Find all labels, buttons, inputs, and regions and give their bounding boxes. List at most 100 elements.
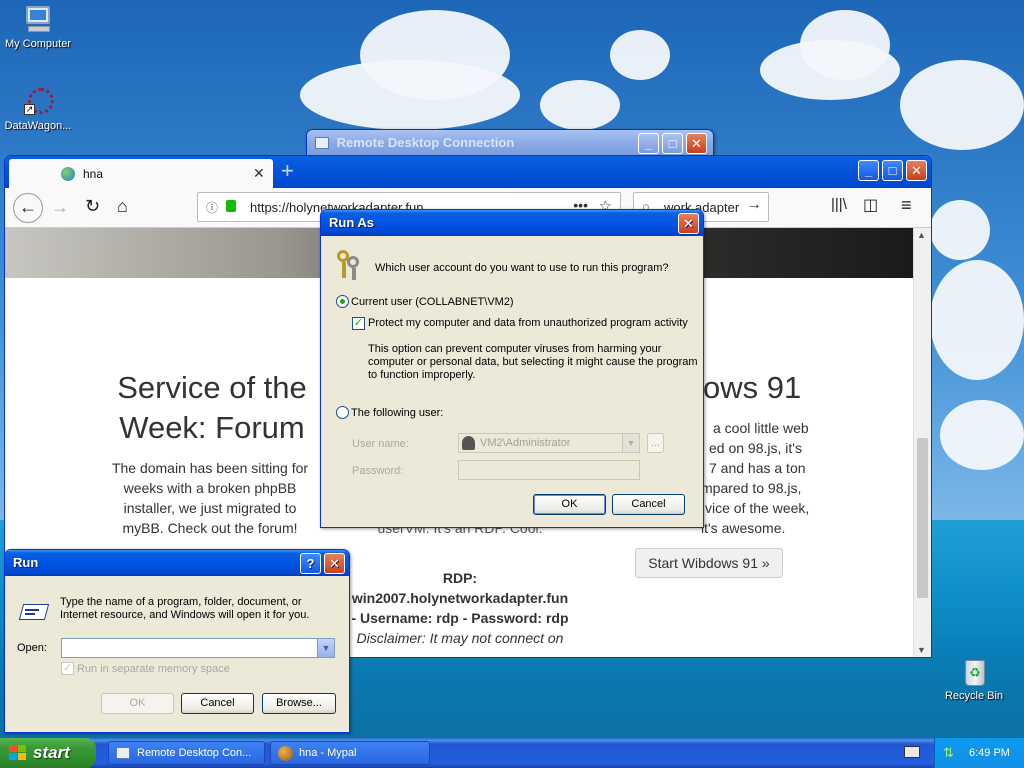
desktop-icon-label: Recycle Bin — [944, 690, 1004, 702]
current-user-radio[interactable] — [336, 295, 349, 308]
service-description: The domain has been sitting for weeks wi… — [97, 458, 323, 538]
runas-cancel-button[interactable]: Cancel — [612, 494, 685, 515]
cloud — [940, 400, 1024, 470]
info-icon[interactable]: ⓘ — [206, 199, 218, 216]
desktop-icon-my-computer[interactable]: My Computer — [0, 4, 76, 50]
scroll-up-icon[interactable]: ▲ — [917, 230, 926, 240]
minimize-button[interactable]: _ — [638, 133, 659, 154]
service-title: Service of the Week: Forum — [97, 368, 327, 448]
run-titlebar[interactable]: Run ? ✕ — [5, 550, 349, 576]
rdp-label: RDP: — [442, 570, 478, 586]
scroll-thumb[interactable] — [917, 438, 928, 598]
run-close-button[interactable]: ✕ — [324, 553, 345, 574]
open-combobox[interactable]: ▼ — [61, 638, 335, 658]
browse-users-button[interactable]: ... — [647, 433, 664, 453]
new-tab-button[interactable]: + — [281, 158, 294, 184]
text-line: ed on 98.js, it's — [709, 440, 802, 456]
rdp-title: Remote Desktop Connection — [336, 135, 515, 150]
open-label: Open: — [17, 642, 47, 654]
cloud — [900, 60, 1024, 150]
windows91-title: ows 91 — [703, 370, 802, 405]
forward-button[interactable]: → — [51, 197, 69, 218]
desktop-icon-recycle-bin[interactable]: ♻ Recycle Bin — [936, 656, 1012, 702]
service-title-line2: Week: Forum — [119, 410, 305, 445]
protect-label[interactable]: Protect my computer and data from unauth… — [368, 317, 688, 329]
runas-ok-button[interactable]: OK — [533, 494, 606, 515]
help-button[interactable]: ? — [300, 553, 321, 574]
windows-logo-icon — [9, 745, 27, 761]
chevron-down-icon[interactable]: ▼ — [317, 639, 334, 657]
run-browse-button[interactable]: Browse... — [262, 693, 336, 714]
start-button[interactable]: start — [0, 738, 96, 768]
text-line: The domain has been sitting for — [111, 460, 309, 476]
desktop-icon-label: DataWagon... — [4, 120, 72, 132]
username-combobox[interactable]: VM2\Administrator ▼ — [458, 433, 640, 453]
text-line: Type the name of a program, folder, docu… — [60, 596, 302, 608]
text-line: Internet resource, and Windows will open… — [60, 609, 310, 621]
username-label: User name: — [352, 438, 409, 450]
keyboard-icon[interactable] — [904, 746, 920, 758]
rdp-credentials: - Username: rdp - Password: rdp — [351, 610, 569, 626]
cloud — [540, 80, 620, 130]
runas-title: Run As — [329, 215, 375, 230]
separate-memory-label[interactable]: Run in separate memory space — [77, 663, 230, 675]
browser-close-button[interactable]: ✕ — [906, 160, 927, 181]
scroll-down-icon[interactable]: ▼ — [917, 645, 926, 655]
back-button[interactable]: ← — [13, 193, 43, 223]
protect-checkbox[interactable]: ✓ — [352, 317, 365, 330]
desktop-icon-datawagon[interactable]: ↗ DataWagon... — [0, 86, 76, 132]
service-title-line1: Service of the — [117, 370, 307, 405]
rdp-app-icon — [315, 137, 329, 149]
text-line: This option can prevent computer viruses… — [368, 343, 662, 355]
rdp-titlebar[interactable]: Remote Desktop Connection _ □ ✕ — [307, 130, 713, 156]
rdp-app-icon — [116, 747, 130, 759]
user-icon — [462, 436, 475, 450]
taskbar-item-browser[interactable]: hna - Mypal — [270, 741, 430, 765]
run-dialog[interactable]: Run ? ✕ Type the name of a program, fold… — [4, 549, 350, 733]
browser-maximize-button[interactable]: □ — [882, 160, 903, 181]
following-user-radio[interactable] — [336, 406, 349, 419]
runas-titlebar[interactable]: Run As ✕ — [321, 210, 703, 236]
clock[interactable]: 6:49 PM — [969, 747, 1010, 759]
runas-question: Which user account do you want to use to… — [375, 262, 669, 274]
cloud — [300, 60, 520, 130]
chevron-down-icon[interactable]: ▼ — [622, 434, 639, 452]
protect-description: This option can prevent computer viruses… — [368, 343, 698, 382]
following-user-label[interactable]: The following user: — [351, 407, 443, 419]
text-line: myBB. Check out the forum! — [122, 520, 298, 536]
taskbar-item-rdp[interactable]: Remote Desktop Con... — [108, 741, 265, 765]
mypal-icon — [278, 746, 293, 761]
page-scrollbar[interactable]: ▲ ▼ — [913, 228, 931, 657]
browser-minimize-button[interactable]: _ — [858, 160, 879, 181]
rdp-host: win2007.holynetworkadapter.fun — [351, 590, 569, 606]
search-go-icon[interactable]: → — [746, 196, 762, 214]
reload-button[interactable]: ↻ — [85, 196, 100, 217]
menu-icon[interactable]: ≡ — [901, 195, 912, 216]
tab-close-icon[interactable]: ✕ — [253, 165, 265, 182]
run-ok-button[interactable]: OK — [101, 693, 174, 714]
sidebar-icon[interactable]: ◫ — [863, 195, 878, 215]
text-line: 7 and has a ton — [709, 460, 806, 476]
desktop-icon-label: My Computer — [4, 38, 72, 50]
library-icon[interactable]: |||\ — [831, 196, 847, 213]
start-windows91-button[interactable]: Start Wibdows 91 » — [635, 548, 783, 578]
runas-close-button[interactable]: ✕ — [678, 213, 699, 234]
text-line: vice of the week, — [705, 500, 810, 516]
current-user-label[interactable]: Current user (COLLABNET\VM2) — [351, 296, 514, 308]
taskbar: start Remote Desktop Con... hna - Mypal … — [0, 738, 1024, 768]
runas-dialog[interactable]: Run As ✕ Which user account do you want … — [320, 209, 704, 528]
maximize-button[interactable]: □ — [662, 133, 683, 154]
taskbar-item-label: hna - Mypal — [299, 747, 357, 759]
network-icon[interactable]: ⇅ — [943, 746, 957, 760]
start-label: start — [33, 743, 70, 762]
browser-tab[interactable]: hna ✕ — [9, 159, 273, 188]
taskbar-item-label: Remote Desktop Con... — [137, 747, 252, 759]
network-shortcut-icon: ↗ — [22, 86, 54, 118]
run-cancel-button[interactable]: Cancel — [181, 693, 254, 714]
text-line: mpared to 98.js, — [701, 480, 802, 496]
close-button[interactable]: ✕ — [686, 133, 707, 154]
separate-memory-checkbox[interactable]: ✓ — [61, 662, 74, 675]
password-field[interactable] — [458, 460, 640, 480]
cloud — [930, 200, 990, 260]
home-button[interactable]: ⌂ — [117, 196, 128, 217]
